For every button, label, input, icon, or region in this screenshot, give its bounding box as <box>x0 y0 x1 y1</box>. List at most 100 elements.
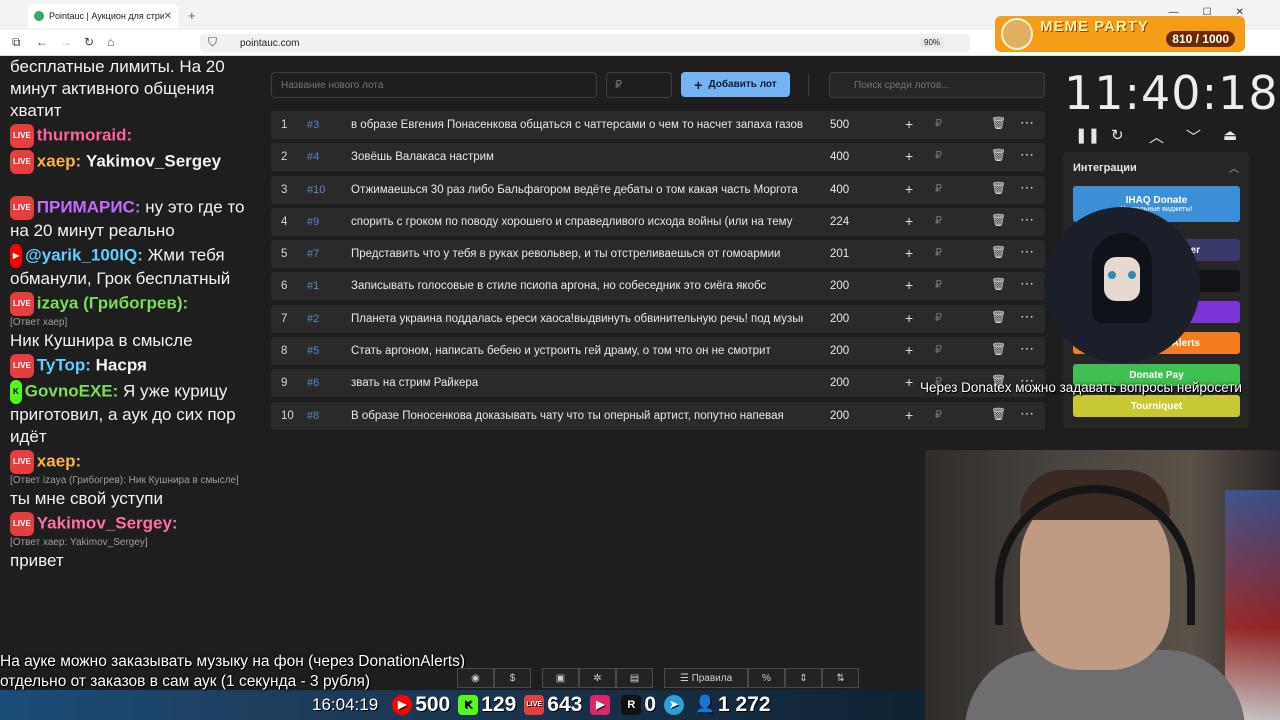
tourniquet-button[interactable]: Tourniquet <box>1073 395 1240 417</box>
live-badge-icon: LIVE <box>10 196 34 220</box>
more-icon[interactable]: ⋯ <box>1020 146 1034 163</box>
lot-row[interactable]: 8 #5 Стать аргоном, написать бебею и устро… <box>271 337 1045 366</box>
more-icon[interactable]: ⋯ <box>1020 275 1034 292</box>
github-icon[interactable]: ◉ <box>457 668 494 688</box>
ruble-icon[interactable]: ₽ <box>935 214 942 227</box>
new-tab-icon[interactable]: + <box>188 8 196 23</box>
ruble-icon[interactable]: ₽ <box>935 343 942 356</box>
lot-row[interactable]: 10 #8 В образе Поносенкова доказывать чату… <box>271 401 1045 430</box>
delete-icon[interactable]: 🗑 <box>991 148 1006 162</box>
lot-amount[interactable]: 200 <box>830 410 849 422</box>
chevron-up-icon[interactable]: ︿ <box>1229 160 1239 175</box>
more-icon[interactable]: ⋯ <box>1020 114 1034 131</box>
more-icon[interactable]: ⋯ <box>1020 179 1034 196</box>
delete-icon[interactable]: 🗑 <box>991 310 1006 324</box>
bug-icon[interactable]: ✲ <box>579 668 616 688</box>
lot-row[interactable]: 7 #2 Планета украина поддалась ереси хаоса… <box>271 304 1045 333</box>
sidebar-icon[interactable]: ⧉ <box>12 35 21 50</box>
ruble-icon[interactable]: ₽ <box>935 408 942 421</box>
lot-amount[interactable]: 400 <box>830 184 849 196</box>
lot-amount[interactable]: 200 <box>830 377 849 389</box>
lot-name[interactable]: Отжимаешься 30 раз либо Бальфагором ведё… <box>351 184 803 196</box>
add-amount-icon[interactable]: + <box>905 277 913 293</box>
lot-row[interactable]: 3 #10 Отжимаешься 30 раз либо Бальфагором … <box>271 175 1045 204</box>
add-amount-icon[interactable]: + <box>905 310 913 326</box>
more-icon[interactable]: ⋯ <box>1020 405 1034 422</box>
close-tab-icon[interactable]: ✕ <box>164 11 172 22</box>
add-lot-button[interactable]: + Добавить лот <box>681 72 790 97</box>
reset-icon[interactable]: ↻ <box>1111 126 1124 144</box>
lot-name[interactable]: спорить с гроком по поводу хорошего и сп… <box>351 216 803 228</box>
ruble-icon[interactable]: ₽ <box>935 149 942 162</box>
percent-button[interactable]: % <box>748 668 785 688</box>
lot-name[interactable]: Представить что у тебя в руках револьвер… <box>351 248 803 260</box>
ruble-icon[interactable]: ₽ <box>935 311 942 324</box>
delete-icon[interactable]: 🗑 <box>991 277 1006 291</box>
clear-icon[interactable]: ▤ <box>616 668 653 688</box>
add-amount-icon[interactable]: + <box>905 374 913 390</box>
delete-icon[interactable]: 🗑 <box>991 116 1006 130</box>
lot-amount[interactable]: 201 <box>830 248 849 260</box>
add-amount-icon[interactable]: + <box>905 342 913 358</box>
more-icon[interactable]: ⋯ <box>1020 340 1034 357</box>
pause-icon[interactable]: ❚❚ <box>1075 126 1100 144</box>
ruble-icon[interactable]: ₽ <box>935 278 942 291</box>
url-field[interactable]: pointauc.com <box>200 34 970 52</box>
lot-name[interactable]: звать на стрим Райкера <box>351 377 803 389</box>
chevron-up-icon[interactable]: ︿ <box>1149 126 1164 147</box>
reload-icon[interactable]: ↻ <box>84 35 94 49</box>
lot-name[interactable]: Стать аргоном, написать бебею и устроить… <box>351 345 803 357</box>
collapse-icon[interactable]: ⏏ <box>1223 126 1237 144</box>
add-amount-icon[interactable]: + <box>905 213 913 229</box>
add-amount-icon[interactable]: + <box>905 148 913 164</box>
more-icon[interactable]: ⋯ <box>1020 211 1034 228</box>
ruble-icon[interactable]: ₽ <box>935 117 942 130</box>
lot-name[interactable]: В образе Поносенкова доказывать чату что… <box>351 410 803 422</box>
lot-name[interactable]: Зовёшь Валакаса настрим <box>351 151 803 163</box>
zoom-badge[interactable]: 90% <box>920 37 945 48</box>
more-icon[interactable]: ⋯ <box>1020 243 1034 260</box>
lot-amount[interactable]: 224 <box>830 216 849 228</box>
lot-amount[interactable]: 400 <box>830 151 849 163</box>
sort-icon[interactable]: ⇅ <box>822 668 859 688</box>
browser-tab[interactable]: Pointauc | Аукцион для стримера ✕ <box>28 4 178 28</box>
more-icon[interactable]: ⋯ <box>1020 308 1034 325</box>
delete-icon[interactable]: 🗑 <box>991 342 1006 356</box>
lot-row[interactable]: 4 #9 спорить с гроком по поводу хорошего и… <box>271 207 1045 236</box>
delete-icon[interactable]: 🗑 <box>991 181 1006 195</box>
shield-icon[interactable]: ⛉ <box>208 35 217 50</box>
lot-amount[interactable]: 200 <box>830 345 849 357</box>
delete-icon[interactable]: 🗑 <box>991 213 1006 227</box>
lot-row[interactable]: 6 #1 Записывать голосовые в стиле псиопа а… <box>271 272 1045 301</box>
lot-amount[interactable]: 200 <box>830 313 849 325</box>
rules-button[interactable]: ☰ Правила <box>664 668 748 688</box>
lot-rank: 2 <box>281 151 288 164</box>
split-icon[interactable]: ⇕ <box>785 668 822 688</box>
search-input[interactable] <box>829 72 1045 98</box>
lot-name[interactable]: Планета украина поддалась ереси хаоса!вы… <box>351 313 803 325</box>
new-lot-input[interactable] <box>271 72 597 98</box>
save-icon[interactable]: ▣ <box>542 668 579 688</box>
forward-icon[interactable]: → <box>60 35 72 49</box>
add-amount-icon[interactable]: + <box>905 116 913 132</box>
ruble-icon[interactable]: ₽ <box>935 182 942 195</box>
chevron-down-icon[interactable]: ﹀ <box>1186 126 1201 147</box>
ruble-icon[interactable]: ₽ <box>935 246 942 259</box>
lot-name[interactable]: в образе Евгения Понасенкова общаться с … <box>351 119 803 131</box>
lot-row[interactable]: 1 #3 в образе Евгения Понасенкова общаться… <box>271 111 1045 139</box>
delete-icon[interactable]: 🗑 <box>991 245 1006 259</box>
chat-message: LIVE izaya (Грибогрев): [Ответ хаер] Ник Ку… <box>10 292 193 350</box>
add-amount-icon[interactable]: + <box>905 245 913 261</box>
add-amount-icon[interactable]: + <box>905 181 913 197</box>
add-amount-icon[interactable]: + <box>905 407 913 423</box>
delete-icon[interactable]: 🗑 <box>991 407 1006 421</box>
lot-amount[interactable]: 200 <box>830 280 849 292</box>
back-icon[interactable]: ← <box>36 35 48 49</box>
lot-row[interactable]: 2 #4 Зовёшь Валакаса настрим 400 + ₽ 🗑 ⋯ <box>271 143 1045 172</box>
lot-row[interactable]: 5 #7 Представить что у тебя в руках револь… <box>271 240 1045 269</box>
lot-amount[interactable]: 500 <box>830 119 849 131</box>
home-icon[interactable]: ⌂ <box>107 35 114 49</box>
lot-name[interactable]: Записывать голосовые в стиле псиопа арго… <box>351 280 803 292</box>
dollar-icon[interactable]: $ <box>494 668 531 688</box>
price-input[interactable] <box>606 72 672 98</box>
